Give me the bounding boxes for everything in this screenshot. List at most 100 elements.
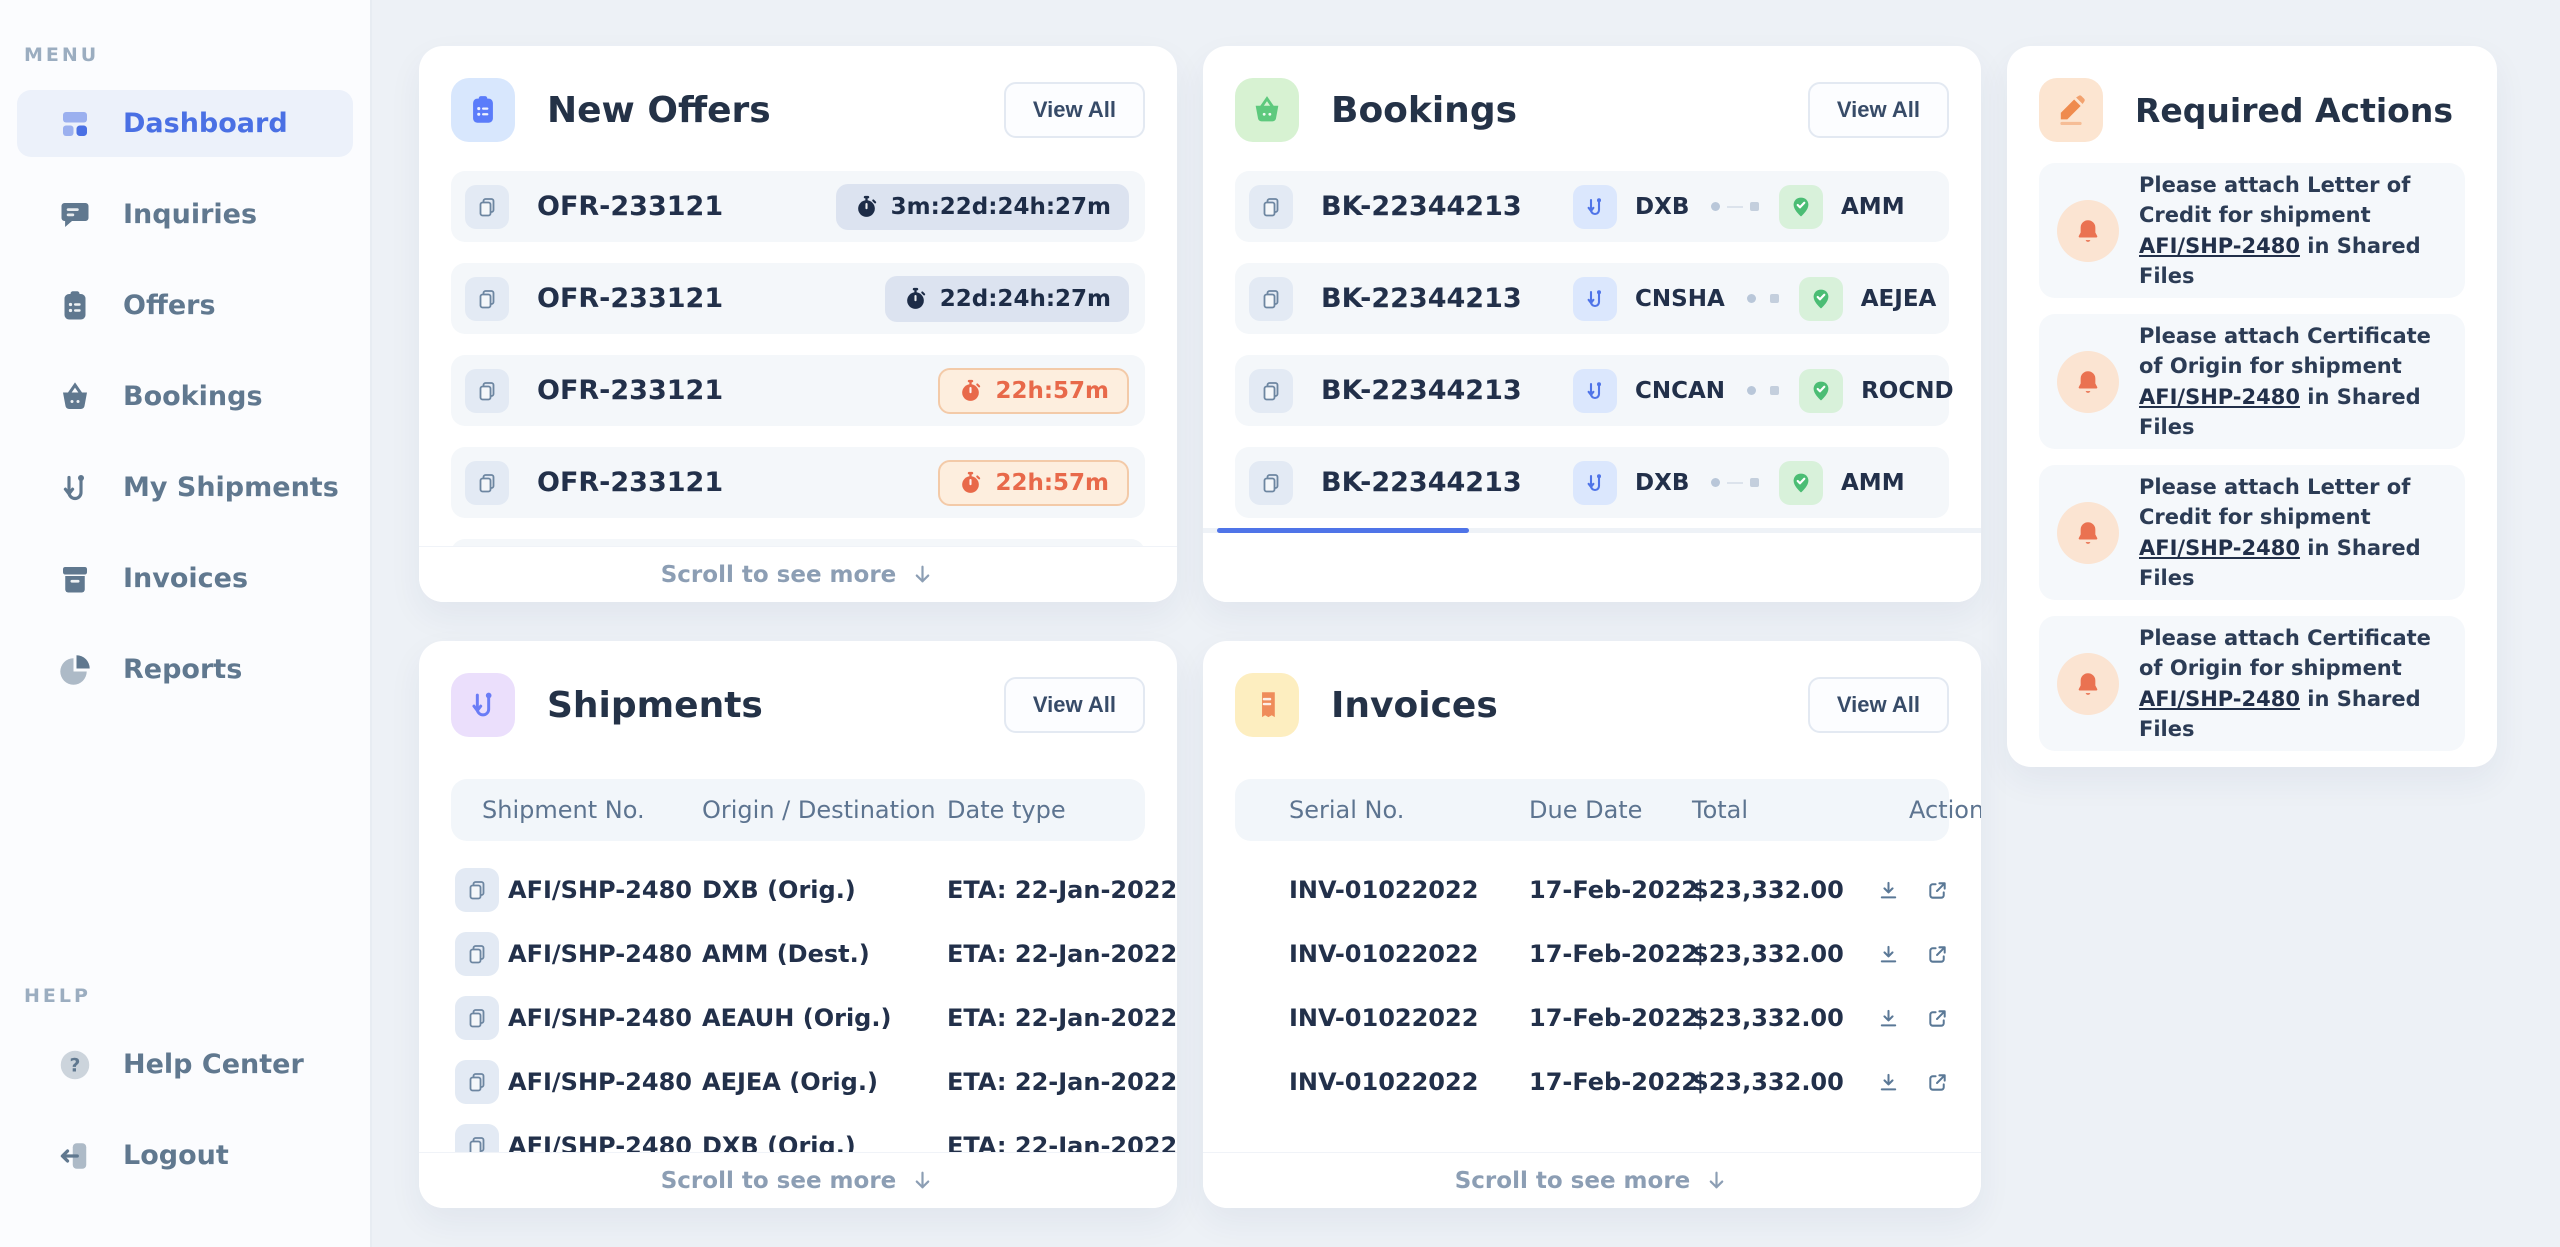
shipments-card: Shipments View All Shipment No. Origin /…: [419, 641, 1177, 1208]
external-link-icon[interactable]: [1926, 943, 1949, 966]
required-action-text: Please attach Letter of Credit for shipm…: [2139, 170, 2445, 292]
required-action-item[interactable]: Please attach Letter of Credit for shipm…: [2039, 163, 2465, 298]
offer-number: OFR-233121: [537, 467, 723, 498]
delivered-pin-chip: [1779, 185, 1823, 229]
copy-button[interactable]: [465, 369, 509, 413]
invoice-row[interactable]: INV-01022022 17-Feb-2022 $23,332.00: [1235, 986, 1949, 1050]
sidebar-item[interactable]: Bookings: [17, 363, 353, 430]
copy-button[interactable]: [1249, 369, 1293, 413]
bookings-view-all-button[interactable]: View All: [1808, 82, 1949, 138]
invoice-total: $23,332.00: [1692, 876, 1877, 904]
shipment-link[interactable]: AFI/SHP-2480: [2139, 536, 2300, 560]
booking-number: BK-22344213: [1321, 283, 1573, 314]
offer-rows: OFR-233121 3m:22d:24h:27m OFR-233121 22d…: [451, 171, 1145, 602]
invoice-row[interactable]: INV-01022022 17-Feb-2022 $23,332.00: [1235, 1050, 1949, 1114]
copy-button[interactable]: [1249, 185, 1293, 229]
new-offers-view-all-button[interactable]: View All: [1004, 82, 1145, 138]
shipment-number: AFI/SHP-2480: [508, 876, 702, 904]
shipments-view-all-button[interactable]: View All: [1004, 677, 1145, 733]
bookings-header: Bookings View All: [1203, 46, 1981, 142]
origin-destination: DXB (Orig.): [702, 876, 947, 904]
external-link-icon[interactable]: [1926, 1071, 1949, 1094]
download-icon[interactable]: [1877, 1071, 1900, 1094]
offer-row[interactable]: OFR-233121 3m:22d:24h:27m: [451, 171, 1145, 242]
download-icon[interactable]: [1877, 879, 1900, 902]
offer-timer-badge: 22h:57m: [938, 368, 1129, 414]
bookings-card: Bookings View All BK-22344213 DXB AMM BK…: [1203, 46, 1981, 602]
invoice-row[interactable]: INV-01022022 17-Feb-2022 $23,332.00: [1235, 858, 1949, 922]
shipments-scroll-more[interactable]: Scroll to see more: [419, 1152, 1177, 1208]
booking-row[interactable]: BK-22344213 CNCAN ROCND: [1235, 355, 1949, 426]
copy-button[interactable]: [455, 932, 499, 976]
download-icon[interactable]: [1877, 1007, 1900, 1030]
sidebar-item[interactable]: Inquiries: [17, 181, 353, 248]
required-action-item[interactable]: Please attach Letter of Credit for shipm…: [2039, 465, 2465, 600]
clipboard-icon: [466, 93, 500, 127]
offers-scroll-more[interactable]: Scroll to see more: [419, 546, 1177, 602]
sidebar-item[interactable]: Dashboard: [17, 90, 353, 157]
booking-row[interactable]: BK-22344213 CNSHA AEJEA: [1235, 263, 1949, 334]
main-content: New Offers View All OFR-233121 3m:22d:24…: [372, 0, 2560, 1247]
copy-icon: [465, 1006, 489, 1030]
shipment-row[interactable]: AFI/SHP-2480 AMM (Dest.) ETA: 22-Jan-202…: [451, 922, 1145, 986]
copy-icon: [1259, 287, 1283, 311]
sidebar-help-menu: ? Help Center Logout: [0, 1031, 370, 1213]
sidebar-item[interactable]: Offers: [17, 272, 353, 339]
shipment-link[interactable]: AFI/SHP-2480: [2139, 687, 2300, 711]
delivered-pin-chip: [1779, 461, 1823, 505]
shipments-icon-chip: [451, 673, 515, 737]
offer-row[interactable]: OFR-233121 22h:57m: [451, 355, 1145, 426]
new-offers-icon-chip: [451, 78, 515, 142]
shipment-link[interactable]: AFI/SHP-2480: [2139, 234, 2300, 258]
copy-button[interactable]: [455, 996, 499, 1040]
copy-button[interactable]: [465, 277, 509, 321]
copy-button[interactable]: [465, 185, 509, 229]
logout-icon: [57, 1138, 93, 1174]
offer-row[interactable]: OFR-233121 22h:57m: [451, 447, 1145, 518]
copy-button[interactable]: [455, 868, 499, 912]
shipment-row[interactable]: AFI/SHP-2480 AEAUH (Orig.) ETA: 22-Jan-2…: [451, 986, 1145, 1050]
route-icon: [1583, 287, 1607, 311]
invoices-scroll-more[interactable]: Scroll to see more: [1203, 1152, 1981, 1208]
offer-row[interactable]: OFR-233121 22d:24h:27m: [451, 263, 1145, 334]
copy-icon: [475, 379, 499, 403]
sidebar-item-label: My Shipments: [123, 472, 339, 503]
invoice-row[interactable]: INV-01022022 17-Feb-2022 $23,332.00: [1235, 922, 1949, 986]
invoices-view-all-button[interactable]: View All: [1808, 677, 1949, 733]
required-action-item[interactable]: Please attach Certificate of Origin for …: [2039, 314, 2465, 449]
destination-square: [1750, 202, 1759, 211]
copy-button[interactable]: [1249, 461, 1293, 505]
booking-row[interactable]: BK-22344213 DXB AMM: [1235, 171, 1949, 242]
booking-row[interactable]: BK-22344213 DXB AMM: [1235, 447, 1949, 518]
external-link-icon[interactable]: [1926, 879, 1949, 902]
question-icon: ?: [57, 1047, 93, 1083]
sidebar-item[interactable]: Invoices: [17, 545, 353, 612]
sidebar-item-label: Bookings: [123, 381, 263, 412]
shipment-row[interactable]: AFI/SHP-2480 DXB (Orig.) ETA: 22-Jan-202…: [451, 858, 1145, 922]
sidebar-item-label: Invoices: [123, 563, 248, 594]
copy-button[interactable]: [1249, 277, 1293, 321]
copy-button[interactable]: [455, 1060, 499, 1104]
sidebar-item[interactable]: My Shipments: [17, 454, 353, 521]
new-offers-card: New Offers View All OFR-233121 3m:22d:24…: [419, 46, 1177, 602]
external-link-icon[interactable]: [1926, 1007, 1949, 1030]
sidebar-item[interactable]: Logout: [17, 1122, 353, 1189]
stopwatch-icon: [958, 378, 983, 403]
invoice-due-date: 17-Feb-2022: [1529, 876, 1692, 904]
pin-check-icon: [1789, 471, 1813, 495]
origin-destination: AMM (Dest.): [702, 940, 947, 968]
shipment-row[interactable]: AFI/SHP-2480 AEJEA (Orig.) ETA: 22-Jan-2…: [451, 1050, 1145, 1114]
copy-button[interactable]: [465, 461, 509, 505]
sidebar-item[interactable]: Reports: [17, 636, 353, 703]
active-tab-indicator: [1217, 528, 1469, 533]
sidebar-item[interactable]: ? Help Center: [17, 1031, 353, 1098]
copy-icon: [1259, 379, 1283, 403]
origin-dot: [1711, 478, 1720, 487]
download-icon[interactable]: [1877, 943, 1900, 966]
required-actions-list: Please attach Letter of Credit for shipm…: [2039, 163, 2465, 751]
shipment-link[interactable]: AFI/SHP-2480: [2139, 385, 2300, 409]
progress-track: [1747, 386, 1779, 395]
required-action-item[interactable]: Please attach Certificate of Origin for …: [2039, 616, 2465, 751]
invoice-due-date: 17-Feb-2022: [1529, 1068, 1692, 1096]
origin-dot: [1747, 386, 1756, 395]
